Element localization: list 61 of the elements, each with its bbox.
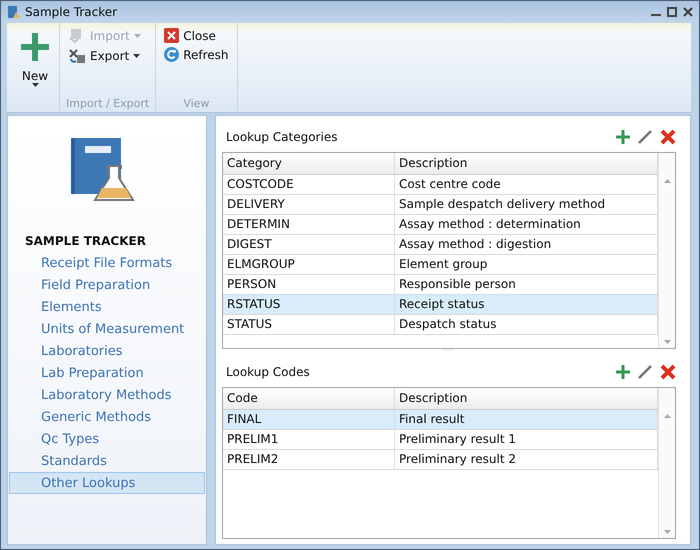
table-row[interactable]: PRELIM1 Preliminary result 1	[223, 430, 658, 450]
table-cell: ELMGROUP	[223, 255, 395, 274]
column-header[interactable]: Category	[223, 153, 395, 174]
table-cell: RSTATUS	[223, 295, 395, 314]
caret-icon	[133, 54, 140, 58]
table-cell: PRELIM2	[223, 450, 395, 469]
sidebar-link[interactable]: Lab Preparation	[9, 362, 205, 384]
table-row[interactable]: STATUS Despatch status	[223, 315, 658, 335]
caret-icon	[134, 34, 141, 38]
plus-icon	[21, 33, 49, 61]
table-cell: PERSON	[223, 275, 395, 294]
add-icon[interactable]	[616, 130, 630, 144]
caret-icon	[32, 83, 38, 87]
refresh-icon	[164, 47, 180, 62]
sidebar-link[interactable]: Receipt File Formats	[9, 252, 205, 274]
table-cell: FINAL	[223, 410, 395, 429]
sidebar-link[interactable]: Qc Types	[9, 428, 205, 450]
table-row[interactable]: DELIVERY Sample despatch delivery method	[223, 195, 658, 215]
table-row[interactable]: DETERMIN Assay method : determination	[223, 215, 658, 235]
group-label: View	[182, 97, 210, 110]
sidebar-link[interactable]: Laboratory Methods	[9, 384, 205, 406]
table-row[interactable]: COSTCODE Cost centre code	[223, 175, 658, 195]
table-row[interactable]: RSTATUS Receipt status	[223, 295, 658, 315]
window-title: Sample Tracker	[25, 5, 118, 19]
column-header[interactable]: Code	[223, 388, 395, 409]
export-button[interactable]: Export	[66, 47, 150, 65]
panel-title: Lookup Codes	[226, 365, 311, 379]
close-button[interactable]: Close	[162, 27, 231, 44]
edit-icon[interactable]	[638, 365, 652, 379]
maximize-icon[interactable]	[667, 7, 677, 17]
table-cell: PRELIM1	[223, 430, 395, 449]
sidebar-link[interactable]: Other Lookups	[9, 472, 205, 494]
app-icon	[7, 5, 21, 19]
delete-icon[interactable]	[660, 364, 676, 380]
sidebar-link[interactable]: Standards	[9, 450, 205, 472]
table-row[interactable]: PRELIM2 Preliminary result 2	[223, 450, 658, 470]
table-cell: COSTCODE	[223, 175, 395, 194]
sidebar-link[interactable]: Elements	[9, 296, 205, 318]
table-row[interactable]: PERSON Responsible person	[223, 275, 658, 295]
sidebar-link[interactable]: Laboratories	[9, 340, 205, 362]
new-button[interactable]: New	[17, 31, 53, 93]
add-icon[interactable]	[616, 365, 630, 379]
panel-title: Lookup Categories	[226, 130, 338, 144]
sidebar-heading: SAMPLE TRACKER	[25, 234, 147, 248]
delete-icon[interactable]	[660, 129, 676, 145]
table-cell: DIGEST	[223, 235, 395, 254]
table-row[interactable]: FINAL Final result	[223, 410, 658, 430]
sidebar-link[interactable]: Field Preparation	[9, 274, 205, 296]
refresh-button[interactable]: Refresh	[162, 46, 231, 63]
edit-icon[interactable]	[638, 130, 652, 144]
group-label: Import / Export	[66, 97, 150, 110]
table-cell: DETERMIN	[223, 215, 395, 234]
sidebar-link[interactable]: Generic Methods	[9, 406, 205, 428]
table-row[interactable]: DIGEST Assay method : digestion	[223, 235, 658, 255]
sidebar-link[interactable]: Units of Measurement	[9, 318, 205, 340]
table-cell: STATUS	[223, 315, 395, 334]
table-row[interactable]: ELMGROUP Element group	[223, 255, 658, 275]
close-icon[interactable]	[683, 7, 693, 17]
table-cell: DELIVERY	[223, 195, 395, 214]
tools-icon	[68, 48, 86, 64]
close-icon	[164, 28, 180, 43]
